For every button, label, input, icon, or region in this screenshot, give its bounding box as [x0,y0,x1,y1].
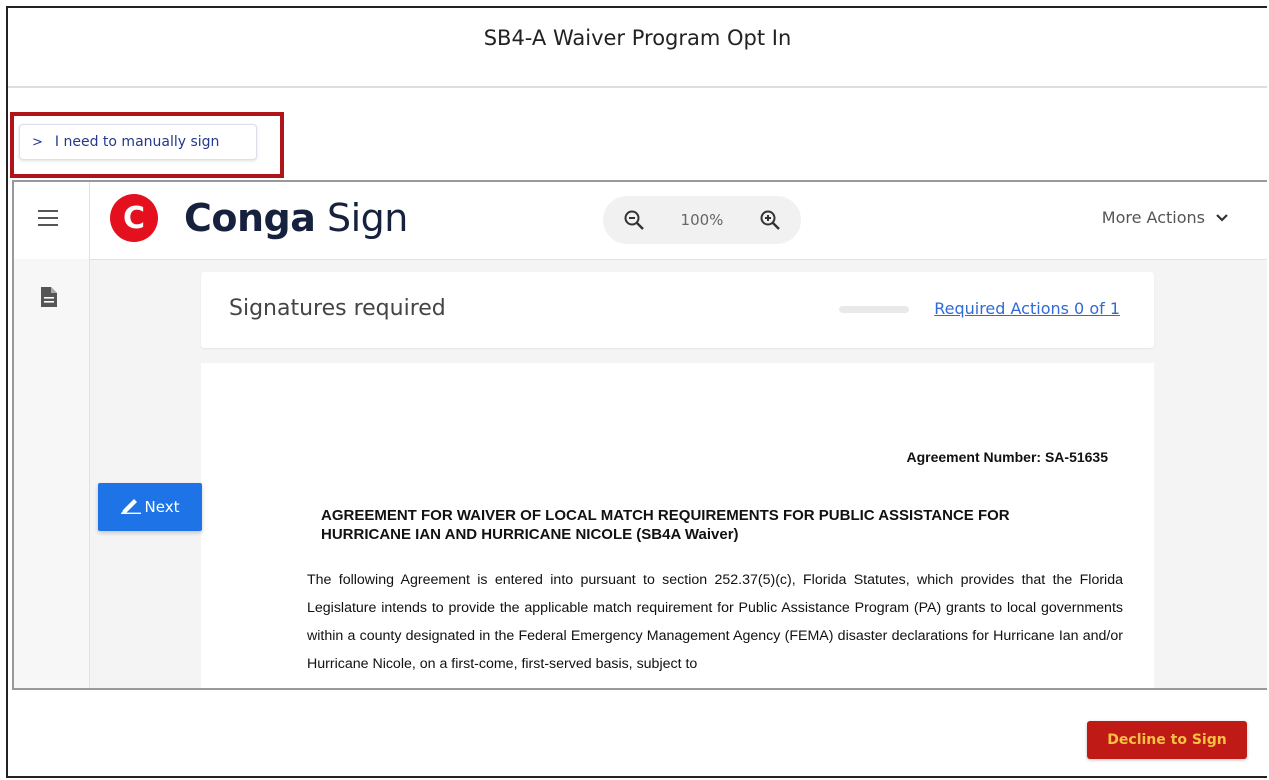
required-actions-link[interactable]: Required Actions 0 of 1 [934,299,1120,318]
more-actions-menu[interactable]: More Actions [1102,208,1229,227]
manual-sign-button[interactable]: > I need to manually sign [19,124,257,160]
logo-letter: C [122,200,146,236]
chevron-down-icon [1215,208,1229,227]
next-label: Next [144,498,180,516]
document-sidebar [14,259,89,688]
zoom-control: 100% [603,196,801,244]
next-button[interactable]: Next [98,483,202,531]
conga-sign-frame: C Conga Sign 100% More Actions Signature… [12,180,1267,690]
more-actions-label: More Actions [1101,208,1205,227]
chevron-right-icon: > [32,134,43,150]
document-heading: AGREEMENT FOR WAIVER OF LOCAL MATCH REQU… [321,507,1010,543]
agreement-number: Agreement Number: SA-51635 [906,449,1108,465]
pencil-icon [120,496,141,519]
signatures-required-title: Signatures required [229,296,446,321]
conga-sign-logo-text: Conga Sign [184,196,408,240]
decline-to-sign-button[interactable]: Decline to Sign [1087,721,1247,759]
zoom-level: 100% [680,211,724,229]
title-bar: SB4-A Waiver Program Opt In [8,8,1267,88]
signatures-required-card: Signatures required Required Actions 0 o… [201,272,1154,348]
conga-logo-icon: C [110,194,158,242]
conga-header: C Conga Sign 100% More Actions [14,182,1267,260]
zoom-in-icon[interactable] [759,209,781,231]
document-body: The following Agreement is entered into … [307,572,1123,672]
document-page: Agreement Number: SA-51635 AGREEMENT FOR… [201,363,1154,688]
document-icon[interactable] [41,287,57,307]
hamburger-menu-icon[interactable] [38,210,58,226]
page-title: SB4-A Waiver Program Opt In [483,26,792,50]
logo-brand: Conga [184,196,316,240]
manual-sign-label: I need to manually sign [54,134,220,150]
sidebar-divider [89,182,90,688]
zoom-out-icon[interactable] [623,209,645,231]
logo-product: Sign [326,196,408,240]
progress-bar [839,306,909,313]
